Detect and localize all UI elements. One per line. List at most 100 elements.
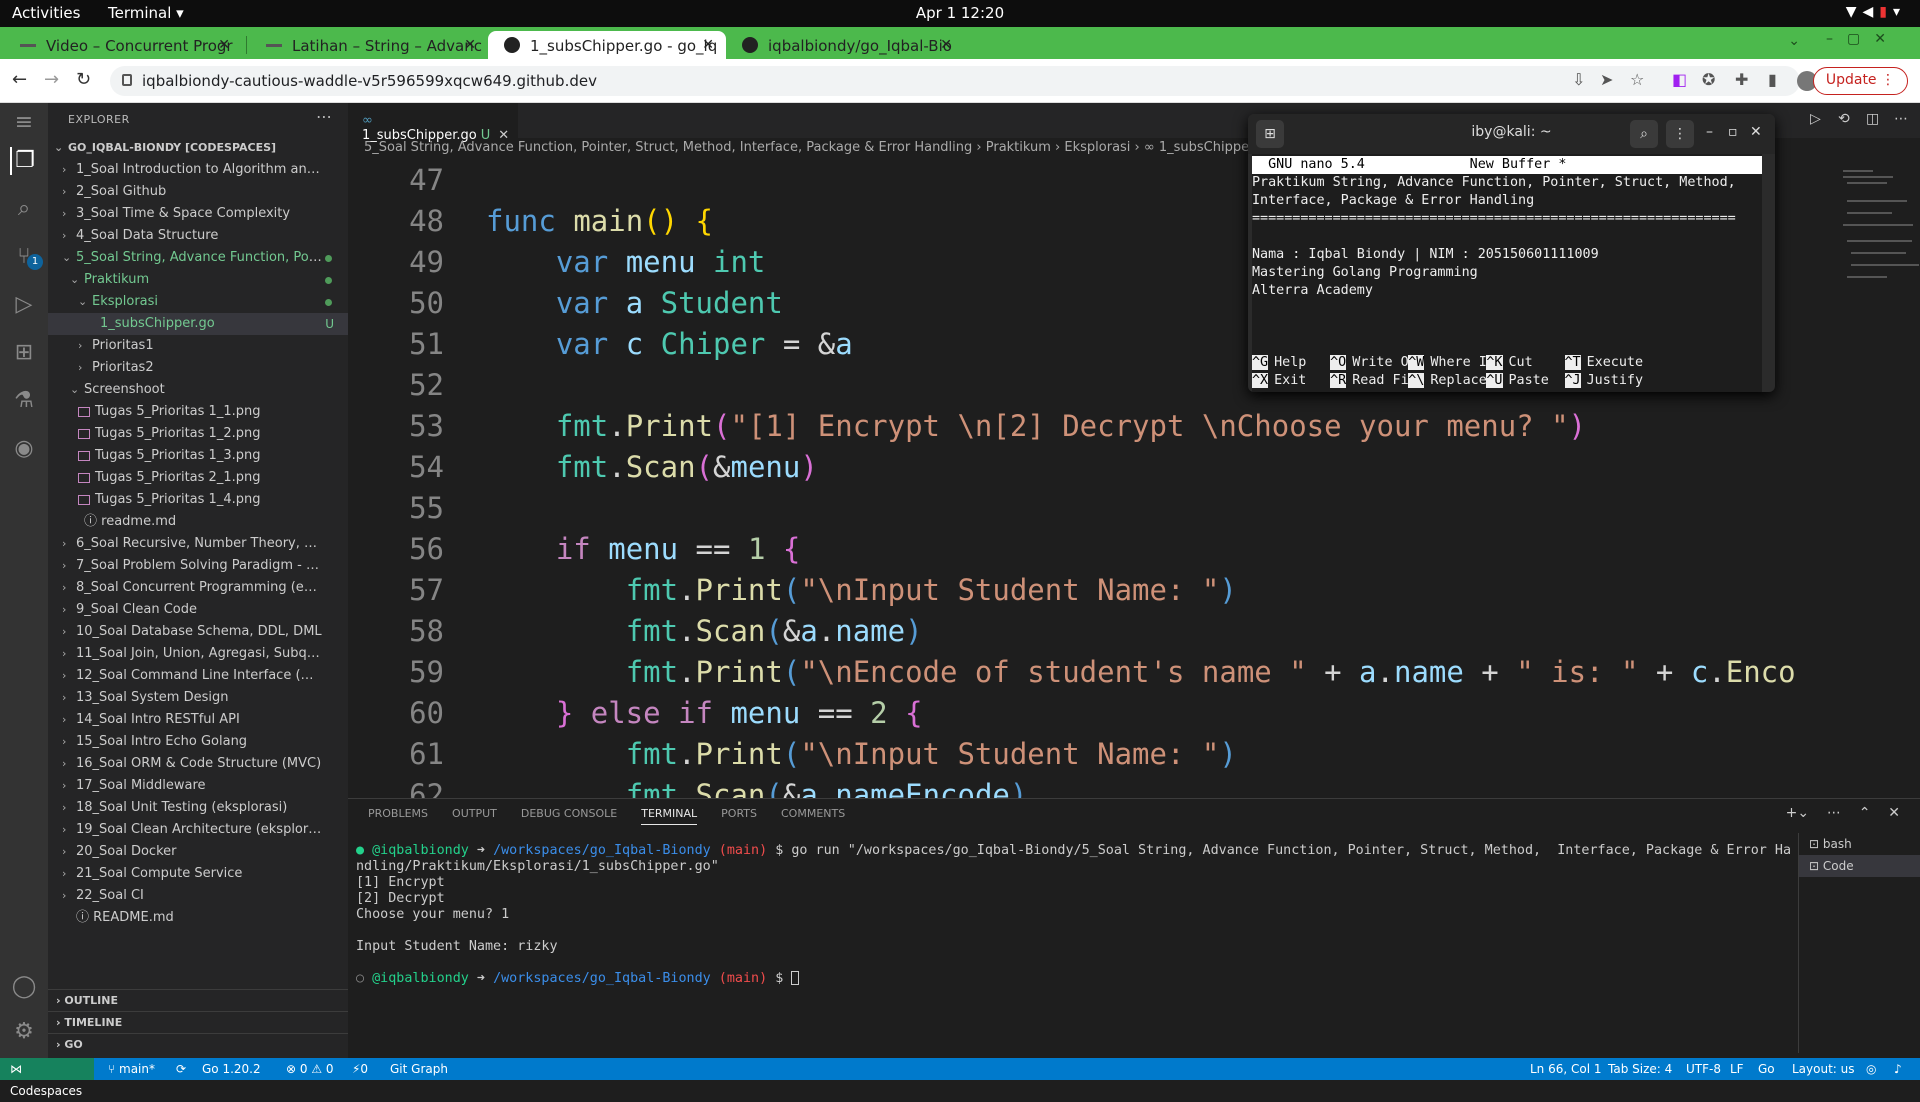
terminal-output[interactable]: ● @iqbalbiondy ➜ /workspaces/go_Iqbal-Bi… xyxy=(356,843,1791,987)
session-bash[interactable]: ⊡ bash xyxy=(1799,833,1920,855)
compare-icon[interactable]: ⟲ xyxy=(1838,111,1850,127)
browser-tab-2[interactable]: Latihan – String – Advanc ✕ xyxy=(250,31,488,59)
tree-item[interactable]: › 4_Soal Data Structure xyxy=(48,225,348,247)
browser-tab-4[interactable]: iqbalbiondy/go_Iqbal-Bio ✕ xyxy=(726,31,964,59)
tree-item[interactable]: › 6_Soal Recursive, Number Theory, Sortin… xyxy=(48,533,348,555)
extension-icon[interactable]: ✪ xyxy=(1702,70,1715,89)
close-icon[interactable]: ✕ xyxy=(218,37,230,53)
tree-item[interactable]: › Prioritas2 xyxy=(48,357,348,379)
more-icon[interactable]: ⋯ xyxy=(316,107,332,126)
extension-icon[interactable]: ◧ xyxy=(1672,70,1687,89)
panel-tab-debug-console[interactable]: DEBUG CONSOLE xyxy=(521,807,617,820)
tree-item[interactable]: › 16_Soal ORM & Code Structure (MVC) xyxy=(48,753,348,775)
tree-item[interactable]: › 3_Soal Time & Space Complexity xyxy=(48,203,348,225)
outline-section[interactable]: › OUTLINE xyxy=(48,989,348,1011)
url-bar[interactable]: iqbalbiondy-cautious-waddle-v5r596599xqc… xyxy=(110,66,1800,96)
keyboard-layout[interactable]: Layout: us xyxy=(1792,1058,1855,1080)
maximize-icon[interactable]: ▫ xyxy=(1728,124,1738,140)
add-terminal-icon[interactable]: +⌄ xyxy=(1786,805,1809,821)
branch-indicator[interactable]: ⑂ main* xyxy=(108,1058,155,1080)
editor-tab[interactable]: ∞ 1_subsChipper.go U ✕ xyxy=(348,103,518,143)
reload-icon[interactable]: ↻ xyxy=(76,69,91,90)
account-icon[interactable]: ◯ xyxy=(10,973,38,1001)
run-icon[interactable]: ▷ xyxy=(1810,111,1821,127)
panel-tab-comments[interactable]: COMMENTS xyxy=(781,807,845,820)
encoding[interactable]: UTF-8 xyxy=(1686,1058,1721,1080)
system-tray[interactable]: ▼◀▮▾ xyxy=(1846,4,1906,20)
broadcast-icon[interactable]: ◎ xyxy=(1866,1058,1876,1080)
tree-item[interactable]: › 1_Soal Introduction to Algorithm and Go… xyxy=(48,159,348,181)
tree-item[interactable]: › 9_Soal Clean Code xyxy=(48,599,348,621)
tree-item[interactable]: › 20_Soal Docker xyxy=(48,841,348,863)
tab-size[interactable]: Tab Size: 4 xyxy=(1608,1058,1672,1080)
extensions-icon[interactable]: ⊞ xyxy=(10,339,38,367)
tree-item[interactable]: › 18_Soal Unit Testing (eksplorasi) xyxy=(48,797,348,819)
tree-item[interactable]: 1_subsChipper.go U xyxy=(48,313,348,335)
tree-item[interactable]: › 7_Soal Problem Solving Paradigm - Brute… xyxy=(48,555,348,577)
tree-item[interactable]: › 11_Soal Join, Union, Agregasi, Subquery… xyxy=(48,643,348,665)
tree-item[interactable]: › 2_Soal Github xyxy=(48,181,348,203)
tree-item[interactable]: › 17_Soal Middleware xyxy=(48,775,348,797)
tree-item[interactable]: ⌄ Eksplorasi xyxy=(48,291,348,313)
bookmark-star-icon[interactable]: ☆ xyxy=(1630,70,1644,89)
tree-item[interactable]: › 10_Soal Database Schema, DDL, DML xyxy=(48,621,348,643)
split-editor-icon[interactable]: ◫ xyxy=(1866,111,1879,127)
tree-item[interactable]: ⌄ Praktikum xyxy=(48,269,348,291)
go-version[interactable]: Go 1.20.2 xyxy=(202,1058,261,1080)
close-icon[interactable]: ✕ xyxy=(940,37,952,53)
menu-icon[interactable]: ≡ xyxy=(10,109,38,137)
close-icon[interactable]: ✕ xyxy=(464,37,476,53)
files-icon[interactable]: ❐ xyxy=(10,147,38,175)
window-controls[interactable]: –▢✕ xyxy=(1826,31,1900,47)
tree-item[interactable]: Tugas 5_Prioritas 2_1.png xyxy=(48,467,348,489)
tree-item[interactable]: › 22_Soal CI xyxy=(48,885,348,907)
update-button[interactable]: Update ⋮ xyxy=(1812,67,1908,95)
puzzle-icon[interactable]: ✚ xyxy=(1735,70,1748,89)
tree-item[interactable]: › 14_Soal Intro RESTful API xyxy=(48,709,348,731)
tree-item[interactable]: › 12_Soal Command Line Interface (CLI) xyxy=(48,665,348,687)
nano-terminal-window[interactable]: ⊞ iby@kali: ~ ⌕ ⋮ – ▫ ✕ GNU nano 5.4 New… xyxy=(1248,114,1775,392)
minimap[interactable] xyxy=(1823,160,1920,798)
gear-icon[interactable]: ⚙ xyxy=(10,1018,38,1046)
more-icon[interactable]: ⋯ xyxy=(1827,805,1841,821)
panel-tab-problems[interactable]: PROBLEMS xyxy=(368,807,428,820)
breadcrumb[interactable]: 5_Soal String, Advance Function, Pointer… xyxy=(364,140,1299,155)
tree-item[interactable]: Tugas 5_Prioritas 1_1.png xyxy=(48,401,348,423)
tree-item[interactable]: Tugas 5_Prioritas 1_2.png xyxy=(48,423,348,445)
tree-item[interactable]: ⌄ Screenshoot xyxy=(48,379,348,401)
tree-item[interactable]: › 15_Soal Intro Echo Golang xyxy=(48,731,348,753)
install-icon[interactable]: ⇩ xyxy=(1572,70,1585,89)
search-icon[interactable]: ⌕ xyxy=(1630,120,1658,148)
browser-tab-3[interactable]: 1_subsChipper.go - go_lq ✕ xyxy=(488,31,726,59)
github-icon[interactable]: ◉ xyxy=(10,435,38,463)
bell-icon[interactable]: ♪ xyxy=(1894,1058,1902,1080)
tree-item[interactable]: › 21_Soal Compute Service xyxy=(48,863,348,885)
cursor-position[interactable]: Ln 66, Col 1 xyxy=(1530,1058,1602,1080)
tree-item[interactable]: › 19_Soal Clean Architecture (eksplorasi) xyxy=(48,819,348,841)
browser-tab-1[interactable]: Video – Concurrent Progr ✕ xyxy=(4,31,242,59)
timeline-section[interactable]: › TIMELINE xyxy=(48,1011,348,1033)
sync-icon[interactable]: ⟳ xyxy=(176,1058,186,1080)
close-icon[interactable]: ✕ xyxy=(702,37,714,53)
tree-item[interactable]: ⓘ README.md xyxy=(48,907,348,929)
eol[interactable]: LF xyxy=(1730,1058,1744,1080)
clock[interactable]: Apr 1 12:20 xyxy=(0,4,1920,22)
sidepanel-icon[interactable]: ▮ xyxy=(1768,70,1777,89)
terminal-titlebar[interactable]: ⊞ iby@kali: ~ ⌕ ⋮ – ▫ ✕ xyxy=(1248,114,1775,154)
language-mode[interactable]: Go xyxy=(1758,1058,1775,1080)
close-icon[interactable]: ✕ xyxy=(1750,124,1762,140)
search-icon[interactable]: ⌕ xyxy=(10,195,38,223)
minimize-icon[interactable]: – xyxy=(1706,124,1713,140)
tree-item[interactable]: › Prioritas1 xyxy=(48,335,348,357)
remote-indicator[interactable]: ⋈ Codespaces xyxy=(0,1058,94,1098)
tree-item[interactable]: Tugas 5_Prioritas 1_3.png xyxy=(48,445,348,467)
tree-item[interactable]: ⌄ 5_Soal String, Advance Function, Poin..… xyxy=(48,247,348,269)
panel-actions[interactable]: +⌄ ⋯ ⌃ ✕ xyxy=(1786,805,1900,821)
go-section[interactable]: › GO xyxy=(48,1033,348,1055)
run-debug-icon[interactable]: ▷ xyxy=(10,291,38,319)
git-graph-button[interactable]: Git Graph xyxy=(390,1058,448,1080)
panel-tab-output[interactable]: OUTPUT xyxy=(452,807,497,820)
back-icon[interactable]: ← xyxy=(12,69,27,90)
forward-icon[interactable]: → xyxy=(44,69,59,90)
close-icon[interactable]: ✕ xyxy=(1888,805,1900,821)
